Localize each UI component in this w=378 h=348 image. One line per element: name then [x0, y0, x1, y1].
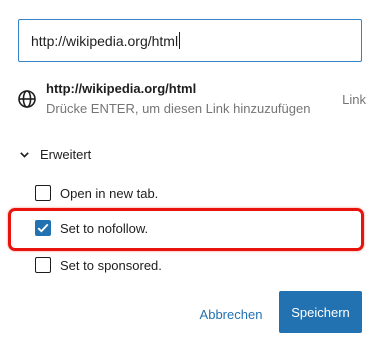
- cancel-button[interactable]: Abbrechen: [194, 296, 268, 332]
- option-label: Open in new tab.: [60, 185, 159, 201]
- advanced-label: Erweitert: [40, 147, 92, 162]
- globe-icon: [18, 90, 36, 108]
- option-open-in-new-tab[interactable]: Open in new tab.: [35, 185, 158, 201]
- advanced-toggle[interactable]: Erweitert: [20, 147, 91, 162]
- option-label: Set to sponsored.: [60, 257, 162, 273]
- suggestion-hint: Drücke ENTER, um diesen Link hinzuzufüge…: [46, 101, 311, 116]
- sponsored-checkbox[interactable]: [35, 257, 51, 273]
- url-input-value: http://wikipedia.org/html: [31, 32, 179, 49]
- link-suggestion[interactable]: http://wikipedia.org/html Drücke ENTER, …: [0, 74, 378, 124]
- url-input[interactable]: http://wikipedia.org/html: [18, 19, 362, 62]
- highlight-annotation: [8, 208, 364, 251]
- chevron-down-icon: [20, 151, 29, 158]
- text-caret: [179, 32, 181, 49]
- save-button[interactable]: Speichern: [279, 291, 362, 333]
- suggestion-type: Link: [342, 92, 366, 107]
- open-in-new-tab-checkbox[interactable]: [35, 185, 51, 201]
- suggestion-url: http://wikipedia.org/html: [46, 81, 197, 96]
- link-settings-popover: http://wikipedia.org/html http://wikiped…: [0, 0, 378, 348]
- option-sponsored[interactable]: Set to sponsored.: [35, 257, 162, 273]
